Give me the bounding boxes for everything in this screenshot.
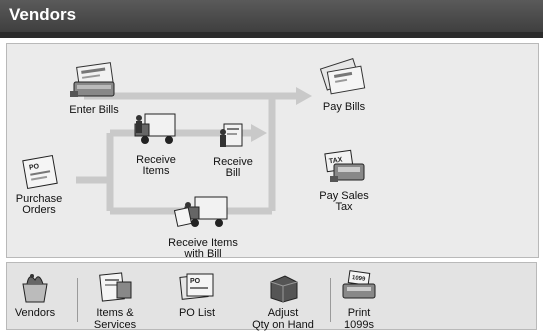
po-list-icon: PO bbox=[179, 273, 214, 300]
receive-items-label-2: Items bbox=[142, 165, 170, 177]
printer-icon: 1099 bbox=[342, 270, 376, 299]
pay-bills-icon bbox=[319, 57, 366, 95]
arrowhead-pay-bills bbox=[296, 87, 312, 105]
adjust-qty-icon bbox=[270, 275, 298, 303]
window-title: Vendors bbox=[0, 0, 543, 32]
toolbar-separator-2 bbox=[330, 278, 331, 322]
print-1099s-button[interactable]: 1099 Print 1099s bbox=[337, 270, 381, 331]
adjust-qty-button[interactable]: Adjust Qty on Hand bbox=[251, 270, 315, 331]
receive-items-with-bill-label-2: with Bill bbox=[184, 248, 222, 260]
receive-items-with-bill-icon bbox=[173, 196, 228, 227]
purchase-orders-label-2: Orders bbox=[22, 204, 56, 216]
vendors-button[interactable]: Vendors bbox=[11, 270, 59, 319]
receive-items-truck-icon bbox=[134, 113, 176, 144]
print-1099s-label-2: 1099s bbox=[344, 319, 374, 331]
arrowhead-receive-bill bbox=[251, 124, 267, 142]
receive-bill-icon bbox=[220, 123, 243, 147]
pay-bills-label: Pay Bills bbox=[322, 101, 366, 113]
vendors-icon bbox=[22, 274, 48, 303]
pay-bills-node[interactable]: Pay Bills bbox=[318, 55, 370, 113]
pay-sales-tax-icon: TAX bbox=[324, 149, 365, 182]
items-services-button[interactable]: Items & Services bbox=[87, 270, 143, 331]
items-services-label-1: Items & bbox=[96, 307, 134, 319]
enter-bills-node[interactable]: Enter Bills bbox=[64, 62, 124, 116]
toolbar-separator bbox=[77, 278, 78, 322]
purchase-orders-icon: PO bbox=[22, 155, 58, 189]
adjust-qty-label-1: Adjust bbox=[267, 307, 299, 319]
items-services-label-2: Services bbox=[93, 319, 137, 331]
adjust-qty-label-2: Qty on Hand bbox=[252, 319, 314, 331]
receive-bill-node[interactable]: Receive Bill bbox=[213, 122, 253, 179]
vendors-label: Vendors bbox=[14, 307, 56, 319]
title-divider bbox=[0, 32, 543, 38]
receive-bill-label-2: Bill bbox=[225, 167, 241, 179]
pay-sales-tax-node[interactable]: TAX Pay Sales Tax bbox=[314, 148, 374, 213]
items-services-icon bbox=[99, 272, 132, 302]
pay-sales-tax-label-2: Tax bbox=[335, 201, 353, 213]
print-1099s-label-1: Print bbox=[347, 307, 371, 319]
enter-bills-label: Enter Bills bbox=[69, 104, 119, 116]
po-list-label: PO List bbox=[178, 307, 216, 319]
receive-items-with-bill-node[interactable]: Receive Items with Bill bbox=[166, 193, 240, 260]
receive-items-node[interactable]: Receive Items bbox=[131, 110, 181, 177]
po-list-button[interactable]: PO PO List bbox=[175, 270, 219, 319]
vendor-toolbar: Vendors Items & Services PO PO List Adju… bbox=[6, 262, 537, 331]
po-list-tag: PO bbox=[190, 278, 201, 285]
enter-bills-icon bbox=[70, 62, 115, 97]
purchase-orders-node[interactable]: PO Purchase Orders bbox=[10, 155, 68, 216]
